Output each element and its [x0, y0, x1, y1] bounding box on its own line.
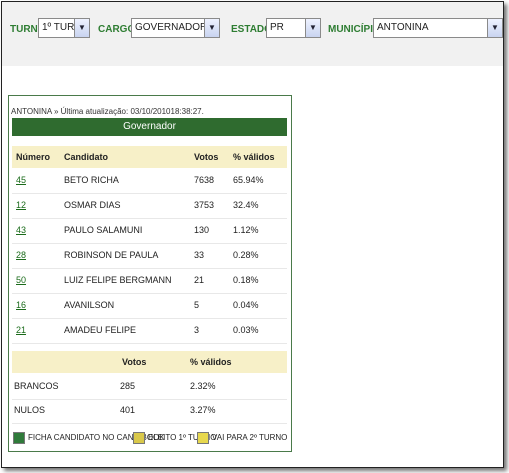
chevron-down-icon: ▼ — [74, 19, 89, 37]
candidate-number-link[interactable]: 50 — [16, 269, 26, 291]
cell-validos: 0.03% — [233, 325, 259, 335]
table-row: 16 AVANILSON 5 0.04% — [12, 294, 287, 319]
candidate-number-link[interactable]: 21 — [16, 319, 26, 341]
header-votos: Votos — [194, 152, 219, 162]
summary-label: NULOS — [14, 405, 46, 415]
candidate-number-link[interactable]: 43 — [16, 219, 26, 241]
summary-label: BRANCOS — [14, 381, 59, 391]
breadcrumb: ANTONINA » Última atualização: 03/10/201… — [11, 107, 204, 116]
estados-select-value: PR — [270, 22, 284, 33]
summary-row: NULOS 401 3.27% — [12, 399, 287, 424]
cell-candidato: LUIZ FELIPE BERGMANN — [64, 275, 172, 285]
summary-header-votos: Votos — [122, 357, 147, 367]
summary-validos: 2.32% — [190, 381, 216, 391]
municipios-select[interactable]: ANTONINA ▼ — [373, 18, 503, 38]
cargos-select[interactable]: GOVERNADOR ▼ — [131, 18, 220, 38]
cell-votos: 130 — [194, 225, 210, 235]
municipios-select-value: ANTONINA — [377, 22, 429, 33]
table-title: Governador — [12, 118, 287, 136]
cell-candidato: AVANILSON — [64, 300, 115, 310]
candidate-number-link[interactable]: 45 — [16, 169, 26, 191]
summary-validos: 3.27% — [190, 405, 216, 415]
table-row: 21 AMADEU FELIPE 3 0.03% — [12, 319, 287, 344]
summary-row: BRANCOS 285 2.32% — [12, 375, 287, 400]
legend-segundo: VAI PARA 2º TURNO — [197, 432, 287, 444]
header-numero: Número — [16, 152, 51, 162]
cell-votos: 5 — [194, 300, 200, 310]
summary-header-validos: % válidos — [190, 357, 232, 367]
filter-bar: TURNO 1º TURNO ▼ CARGOS GOVERNADOR ▼ EST… — [2, 2, 503, 66]
summary-header: Votos % válidos — [12, 351, 287, 373]
candibook-icon — [13, 432, 25, 444]
cell-validos: 32.4% — [233, 200, 259, 210]
cell-votos: 7638 — [194, 175, 215, 185]
cell-votos: 3753 — [194, 200, 215, 210]
table-row: 43 PAULO SALAMUNI 130 1.12% — [12, 219, 287, 244]
cell-validos: 65.94% — [233, 175, 264, 185]
cell-validos: 0.04% — [233, 300, 259, 310]
cell-votos: 21 — [194, 275, 205, 285]
cell-votos: 33 — [194, 250, 205, 260]
cell-validos: 1.12% — [233, 225, 259, 235]
table-row: 45 BETO RICHA 7638 65.94% — [12, 169, 287, 194]
header-candidato: Candidato — [64, 152, 108, 162]
results-panel: ANTONINA » Última atualização: 03/10/201… — [8, 95, 292, 452]
header-validos: % válidos — [233, 152, 275, 162]
cell-candidato: OSMAR DIAS — [64, 200, 121, 210]
candidate-number-link[interactable]: 28 — [16, 244, 26, 266]
cell-validos: 0.18% — [233, 275, 259, 285]
summary-votos: 401 — [120, 405, 136, 415]
summary-votos: 285 — [120, 381, 136, 391]
chevron-down-icon: ▼ — [487, 19, 502, 37]
table-row: 12 OSMAR DIAS 3753 32.4% — [12, 194, 287, 219]
chevron-down-icon: ▼ — [204, 19, 219, 37]
estados-select[interactable]: PR ▼ — [266, 18, 321, 38]
cargos-select-value: GOVERNADOR — [135, 22, 208, 33]
table-row: 50 LUIZ FELIPE BERGMANN 21 0.18% — [12, 269, 287, 294]
cell-validos: 0.28% — [233, 250, 259, 260]
table-header: Número Candidato Votos % válidos — [12, 146, 287, 168]
legend-segundo-label: VAI PARA 2º TURNO — [212, 433, 288, 443]
turno-select[interactable]: 1º TURNO ▼ — [38, 18, 90, 38]
cell-votos: 3 — [194, 325, 200, 335]
candidate-number-link[interactable]: 12 — [16, 194, 26, 216]
cell-candidato: PAULO SALAMUNI — [64, 225, 143, 235]
chevron-down-icon: ▼ — [305, 19, 320, 37]
second-round-icon — [197, 432, 209, 444]
check-icon — [133, 432, 145, 444]
page-frame: TURNO 1º TURNO ▼ CARGOS GOVERNADOR ▼ EST… — [1, 1, 504, 468]
cell-candidato: ROBINSON DE PAULA — [64, 250, 159, 260]
table-row: 28 ROBINSON DE PAULA 33 0.28% — [12, 244, 287, 269]
candidate-number-link[interactable]: 16 — [16, 294, 26, 316]
cell-candidato: AMADEU FELIPE — [64, 325, 137, 335]
cell-candidato: BETO RICHA — [64, 175, 119, 185]
